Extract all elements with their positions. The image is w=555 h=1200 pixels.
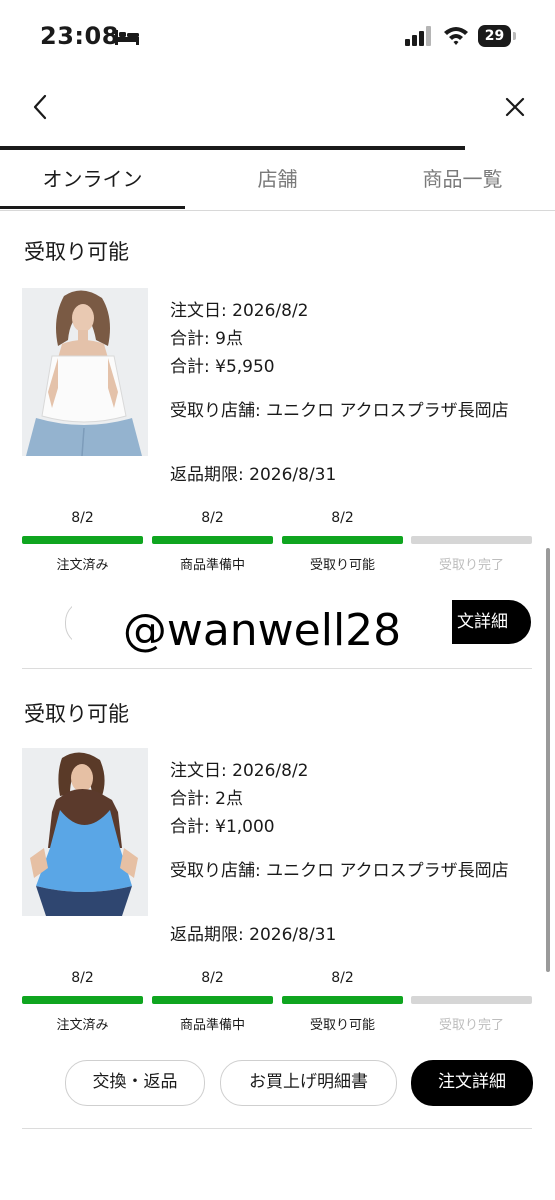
total-price: 合計: ¥5,950	[170, 357, 275, 377]
battery-tip	[513, 32, 516, 40]
order-divider	[22, 1128, 532, 1129]
battery-icon: 29	[478, 25, 518, 47]
progress-step-ordered: 8/2 注文済み	[22, 970, 143, 1033]
step-date: 8/2	[201, 970, 224, 986]
return-deadline: 返品期限: 2026/8/31	[170, 465, 337, 485]
close-button[interactable]	[500, 92, 530, 122]
back-button[interactable]	[26, 92, 56, 122]
blue-camisole-top-photo	[22, 748, 148, 916]
tab-online[interactable]: オンライン	[0, 150, 185, 210]
step-label: 商品準備中	[179, 1018, 245, 1033]
step-date: 8/2	[71, 510, 94, 526]
white-camisole-top-photo	[22, 288, 148, 456]
order-date: 注文日: 2026/8/2	[170, 761, 309, 781]
product-image[interactable]	[22, 288, 148, 456]
progress-step-ready: 8/2 受取り可能	[282, 510, 403, 573]
step-date: 8/2	[331, 970, 354, 986]
step-bar	[152, 996, 273, 1004]
tab-store[interactable]: 店舗	[185, 150, 370, 210]
total-items: 合計: 9点	[170, 329, 243, 349]
tab-active-indicator	[0, 206, 185, 209]
progress-step-completed: 受取り完了	[411, 970, 532, 1033]
step-bar	[22, 536, 143, 544]
step-date: 8/2	[71, 970, 94, 986]
step-label: 商品準備中	[179, 558, 245, 573]
progress-step-ready: 8/2 受取り可能	[282, 970, 403, 1033]
order-status-title: 受取り可能	[24, 240, 129, 264]
order-divider	[22, 668, 532, 669]
progress-step-completed: 受取り完了	[411, 510, 532, 573]
exchange-return-button[interactable]: 交換・返品	[65, 1060, 205, 1106]
step-label: 受取り可能	[309, 558, 375, 573]
tab-bar: オンライン 店舗 商品一覧	[0, 150, 555, 211]
pickup-store: 受取り店舗: ユニクロ アクロスプラザ長岡店	[170, 861, 509, 881]
order-status-title: 受取り可能	[24, 702, 129, 726]
progress-step-ordered: 8/2 注文済み	[22, 510, 143, 573]
battery-level: 29	[478, 25, 511, 47]
step-date: 8/2	[331, 510, 354, 526]
step-bar	[152, 536, 273, 544]
order-date: 注文日: 2026/8/2	[170, 301, 309, 321]
return-deadline: 返品期限: 2026/8/31	[170, 925, 337, 945]
status-time: 23:08	[40, 22, 119, 50]
order-detail-button[interactable]: 注文詳細	[411, 1060, 533, 1106]
watermark: @wanwell28	[72, 594, 452, 668]
nav-bar	[0, 72, 555, 144]
status-bar: 23:08 29	[0, 0, 555, 72]
step-bar	[282, 536, 403, 544]
progress-step-preparing: 8/2 商品準備中	[152, 510, 273, 573]
step-label: 注文済み	[56, 1018, 109, 1033]
step-label: 注文済み	[56, 558, 109, 573]
product-image[interactable]	[22, 748, 148, 916]
step-label: 受取り完了	[438, 1018, 504, 1033]
receipt-button[interactable]: お買上げ明細書	[220, 1060, 397, 1106]
step-label: 受取り可能	[309, 1018, 375, 1033]
step-bar	[411, 536, 532, 544]
step-bar	[22, 996, 143, 1004]
pickup-store: 受取り店舗: ユニクロ アクロスプラザ長岡店	[170, 401, 509, 421]
scrollbar[interactable]	[546, 548, 550, 972]
step-date	[411, 510, 532, 528]
progress-step-preparing: 8/2 商品準備中	[152, 970, 273, 1033]
wifi-icon	[444, 27, 468, 45]
step-date	[411, 970, 532, 988]
signal-icon	[405, 26, 431, 46]
step-label: 受取り完了	[438, 558, 504, 573]
step-bar	[282, 996, 403, 1004]
step-date: 8/2	[201, 510, 224, 526]
step-bar	[411, 996, 532, 1004]
bed-icon	[115, 30, 139, 45]
total-price: 合計: ¥1,000	[170, 817, 275, 837]
tab-product-list[interactable]: 商品一覧	[370, 150, 555, 210]
total-items: 合計: 2点	[170, 789, 243, 809]
